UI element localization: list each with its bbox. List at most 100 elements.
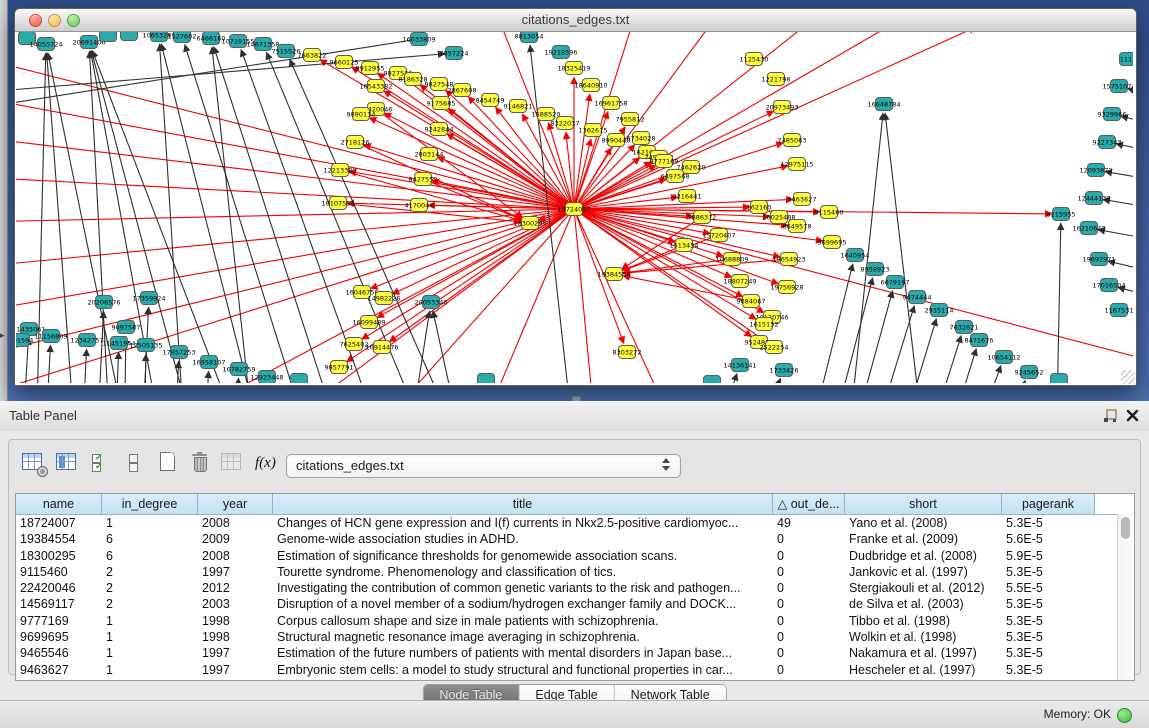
network-node[interactable]: 12093872 xyxy=(1079,164,1112,177)
network-node[interactable]: 8186328 xyxy=(399,73,428,86)
window-close-button[interactable] xyxy=(29,14,42,27)
table-cell-short[interactable]: Jankovic et al. (1997) xyxy=(845,564,1002,580)
table-cell-pagerank[interactable]: 5.3E-5 xyxy=(1002,613,1095,629)
network-node[interactable] xyxy=(291,374,308,384)
network-node[interactable]: 7632621 xyxy=(950,321,979,334)
network-node[interactable]: 6734028 xyxy=(627,132,656,145)
network-edge[interactable] xyxy=(921,336,961,383)
table-row[interactable]: 1938455462009Genome-wide association stu… xyxy=(16,531,1134,547)
table-cell-pagerank[interactable]: 5.6E-5 xyxy=(1002,531,1095,547)
network-node[interactable]: 9245652 xyxy=(1015,366,1044,379)
network-node[interactable]: 8649578 xyxy=(783,220,812,233)
network-node[interactable]: 20206576 xyxy=(87,296,120,309)
network-edge[interactable] xyxy=(831,278,873,383)
network-node[interactable]: 2522254 xyxy=(760,341,789,354)
table-row[interactable]: 969969511998Structural magnetic resonanc… xyxy=(16,629,1134,645)
network-edge[interactable] xyxy=(746,378,781,383)
table-cell-pagerank[interactable]: 5.3E-5 xyxy=(1002,629,1095,645)
network-node[interactable]: 9660125 xyxy=(330,56,359,69)
column-settings-icon[interactable] xyxy=(22,452,46,474)
table-cell-in-degree[interactable]: 1 xyxy=(102,662,198,678)
network-node[interactable]: 8215955 xyxy=(1047,208,1076,221)
network-node[interactable]: 12975115 xyxy=(780,158,813,171)
network-node[interactable]: 17957253 xyxy=(162,346,195,359)
network-edge[interactable] xyxy=(81,349,87,383)
network-edge[interactable] xyxy=(991,380,1025,383)
table-cell-name[interactable]: 19384554 xyxy=(16,531,102,547)
network-node[interactable]: 9777169 xyxy=(650,155,679,168)
table-cell-title[interactable]: Tourette syndrome. Phenomenology and cla… xyxy=(273,564,773,580)
network-node[interactable]: 14055724 xyxy=(29,38,62,51)
network-edge[interactable] xyxy=(574,32,716,209)
network-node[interactable]: 1615152 xyxy=(750,318,779,331)
network-node[interactable]: 19384554 xyxy=(597,268,630,281)
network-edge[interactable] xyxy=(362,209,574,339)
table-cell-in-degree[interactable]: 1 xyxy=(102,515,198,531)
table-row[interactable]: 946554611997Estimation of the future num… xyxy=(16,645,1134,661)
table-cell-title[interactable]: Estimation of the future numbers of pati… xyxy=(273,645,773,661)
network-node[interactable]: 8322037 xyxy=(551,117,580,130)
table-cell-out-de-[interactable]: 49 xyxy=(773,515,845,531)
table-cell-pagerank[interactable]: 5.3E-5 xyxy=(1002,596,1095,612)
scrollbar-thumb[interactable] xyxy=(1121,517,1130,539)
network-node[interactable]: 7485063 xyxy=(778,134,807,147)
table-selector-dropdown[interactable]: citations_edges.txt xyxy=(286,454,681,478)
network-node[interactable]: 1112 xyxy=(1120,53,1134,66)
table-cell-pagerank[interactable]: 5.9E-5 xyxy=(1002,548,1095,564)
delete-table-icon[interactable] xyxy=(221,452,245,474)
table-cell-title[interactable]: Estimation of significance thresholds fo… xyxy=(273,548,773,564)
table-cell-in-degree[interactable]: 1 xyxy=(102,613,198,629)
network-node[interactable]: 9097587 xyxy=(112,321,141,334)
network-node[interactable] xyxy=(121,32,138,41)
network-node[interactable]: 7625402 xyxy=(340,338,369,351)
network-node[interactable]: 391594 xyxy=(16,334,33,347)
network-canvas[interactable]: 1405572420691406106532871527602646616010… xyxy=(16,32,1133,383)
table-cell-in-degree[interactable]: 6 xyxy=(102,531,198,547)
network-window-titlebar[interactable]: citations_edges.txt xyxy=(15,9,1136,32)
table-cell-out-de-[interactable]: 0 xyxy=(773,580,845,596)
table-row[interactable]: 946362711997Embryonic stem cells: a mode… xyxy=(16,662,1134,678)
network-node[interactable]: 11156869 xyxy=(34,330,67,343)
table-cell-pagerank[interactable]: 5.3E-5 xyxy=(1002,564,1095,580)
network-node[interactable]: 1167531 xyxy=(1105,304,1133,317)
network-edge[interactable] xyxy=(44,345,51,383)
network-node[interactable]: 18640910 xyxy=(574,79,607,92)
network-node[interactable]: 18807249 xyxy=(723,275,756,288)
network-node[interactable]: 2935114 xyxy=(925,304,954,317)
table-row[interactable]: 911546021997Tourette syndrome. Phenomeno… xyxy=(16,564,1134,580)
network-edge[interactable] xyxy=(574,209,743,297)
window-zoom-button[interactable] xyxy=(67,14,80,27)
network-node[interactable]: 10688809 xyxy=(715,253,748,266)
network-edge[interactable] xyxy=(811,264,853,383)
delete-column-icon[interactable] xyxy=(189,452,213,474)
network-node[interactable]: 19692971 xyxy=(1082,253,1115,266)
network-node[interactable] xyxy=(1051,374,1068,384)
table-row[interactable]: 1456911722003Disruption of a novel membe… xyxy=(16,596,1134,612)
network-node[interactable]: 1640954 xyxy=(841,249,870,262)
network-node[interactable]: 16099489 xyxy=(352,316,385,329)
network-edge[interactable] xyxy=(16,57,574,209)
table-cell-out-de-[interactable]: 0 xyxy=(773,596,845,612)
network-node[interactable]: 17359924 xyxy=(132,292,165,305)
network-node[interactable]: 4170044 xyxy=(405,199,434,212)
table-cell-short[interactable]: Hescheler et al. (1997) xyxy=(845,662,1002,678)
network-edge[interactable] xyxy=(574,209,596,383)
function-builder-icon[interactable]: f(x) xyxy=(255,452,279,474)
network-edge[interactable] xyxy=(144,354,146,383)
table-cell-in-degree[interactable]: 6 xyxy=(102,548,198,564)
table-cell-name[interactable]: 9699695 xyxy=(16,629,102,645)
table-cell-year[interactable]: 1998 xyxy=(198,629,273,645)
close-panel-icon[interactable] xyxy=(1126,409,1139,422)
table-row[interactable]: 977716911998Corpus callosum shape and si… xyxy=(16,613,1134,629)
network-edge[interactable] xyxy=(896,319,936,383)
network-node[interactable]: 16961758 xyxy=(594,97,627,110)
table-cell-out-de-[interactable]: 0 xyxy=(773,531,845,547)
network-node[interactable]: 18300295 xyxy=(513,217,546,230)
network-node[interactable]: 16210643 xyxy=(1072,222,1105,235)
table-cell-out-de-[interactable]: 0 xyxy=(773,548,845,564)
network-edge[interactable] xyxy=(574,209,1133,362)
table-cell-title[interactable]: Structural magnetic resonance image aver… xyxy=(273,629,773,645)
table-cell-title[interactable]: Embryonic stem cells: a model to study s… xyxy=(273,662,773,678)
new-column-icon[interactable] xyxy=(157,452,181,474)
column-header-title[interactable]: title xyxy=(273,494,773,514)
